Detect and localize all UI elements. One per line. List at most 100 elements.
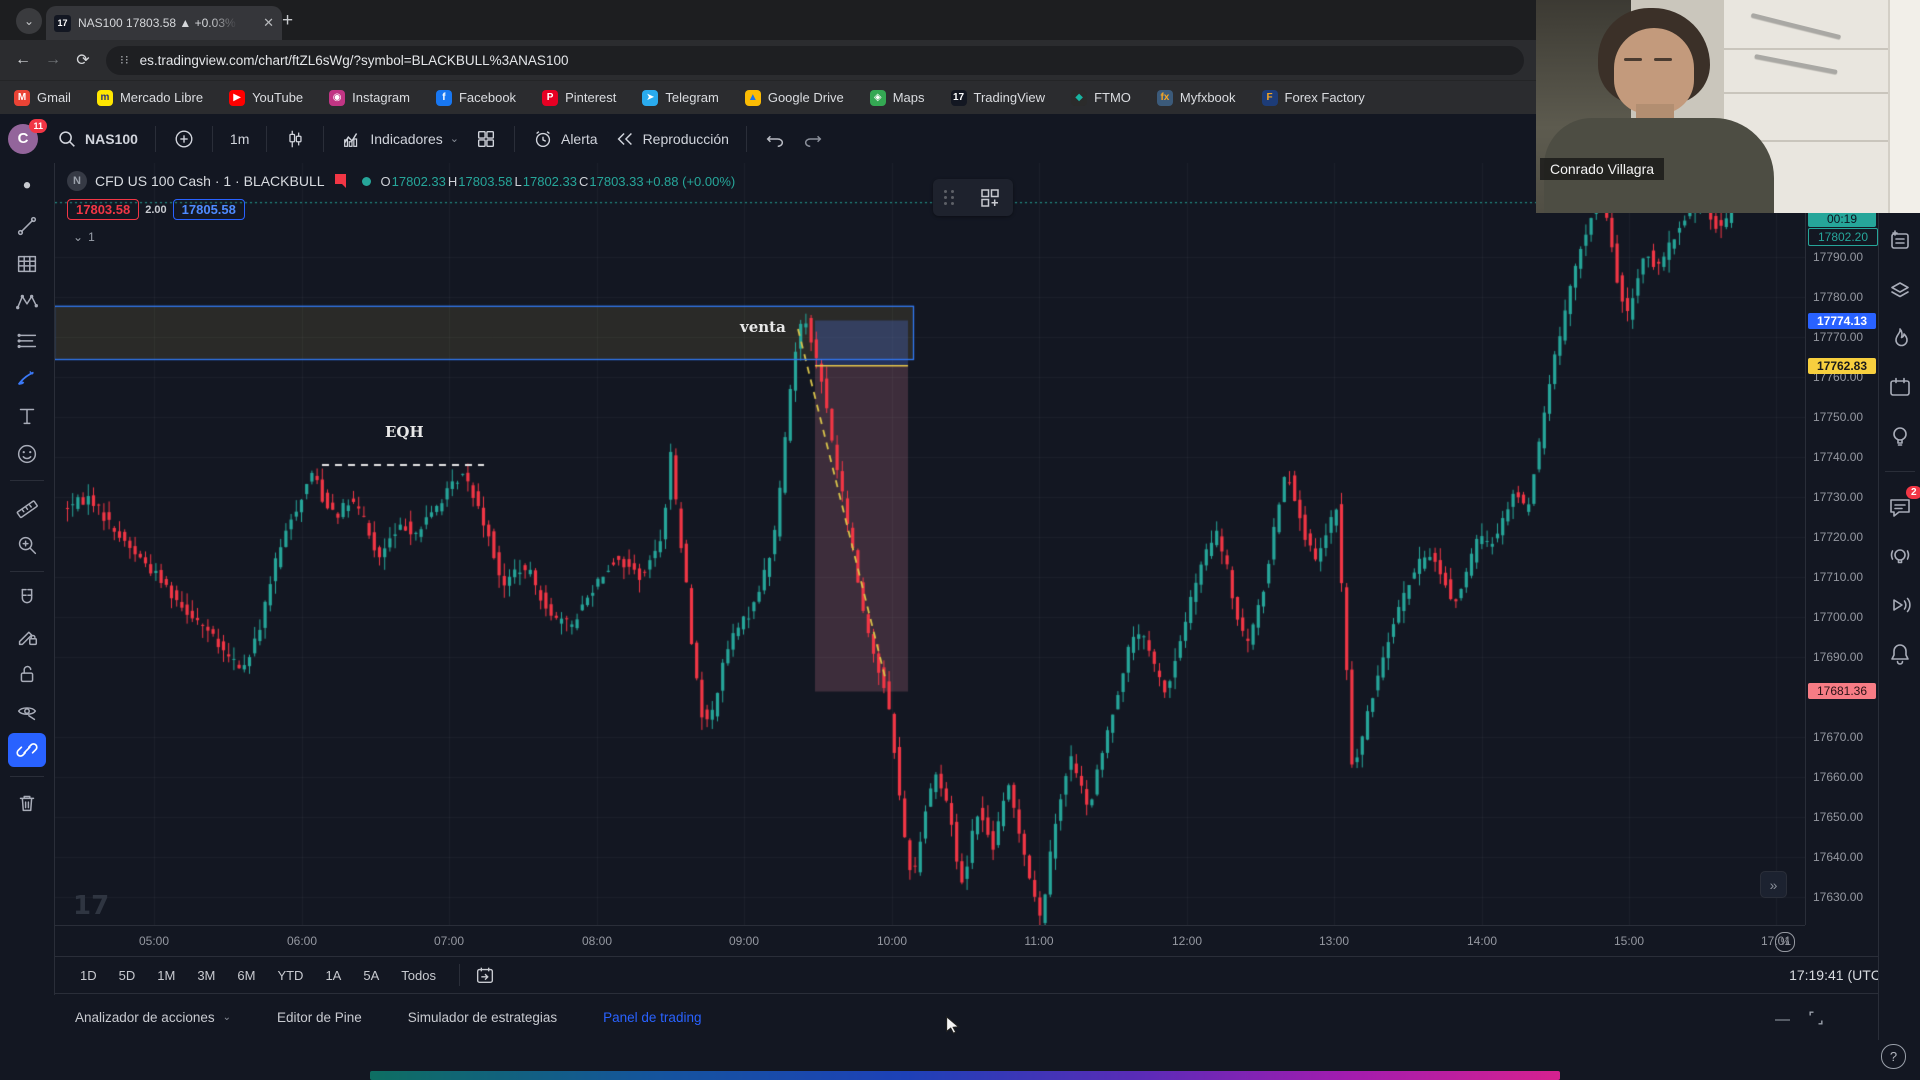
range-button-5a[interactable]: 5A — [354, 965, 388, 986]
chart-type-button[interactable] — [276, 128, 314, 150]
range-button-5d[interactable]: 5D — [110, 965, 145, 986]
drag-handle-icon[interactable] — [944, 190, 955, 205]
bookmark-flag-icon[interactable] — [333, 173, 348, 189]
bookmark-item[interactable]: ▲Google Drive — [745, 90, 844, 106]
range-button-3m[interactable]: 3M — [188, 965, 224, 986]
lock-all-icon — [14, 661, 40, 687]
range-button-1m[interactable]: 1M — [148, 965, 184, 986]
sync-link-tool-button[interactable] — [8, 733, 46, 767]
symbol-name: NAS100 — [85, 131, 138, 147]
tab-search-button[interactable]: ⌄ — [16, 8, 42, 34]
layout-grid-button[interactable] — [467, 128, 505, 150]
panel-minimize-button[interactable]: — — [1775, 1011, 1790, 1028]
panel-maximize-icon[interactable] — [1806, 1008, 1826, 1028]
bookmark-item[interactable]: MGmail — [14, 90, 71, 106]
interval-button[interactable]: 1m — [222, 131, 257, 147]
indicators-button[interactable]: Indicadores ⌄ — [333, 128, 467, 150]
panel-tab-editor-de-pine[interactable]: Editor de Pine — [277, 1010, 362, 1025]
bookmark-item[interactable]: fxMyfxbook — [1157, 90, 1236, 106]
bookmark-item[interactable]: mMercado Libre — [97, 90, 203, 106]
bookmark-item[interactable]: 17TradingView — [951, 90, 1046, 106]
long-short-position-icon — [14, 327, 40, 353]
address-bar[interactable]: ⁝⁝ es.tradingview.com/chart/ftZL6sWg/?sy… — [106, 46, 1524, 75]
notifications-bell-button[interactable] — [1886, 640, 1914, 668]
object-tree-toggle[interactable]: ⌄ 1 — [67, 229, 101, 245]
hotlists-flame-button[interactable] — [1886, 324, 1914, 352]
bookmark-item[interactable]: ▶YouTube — [229, 90, 303, 106]
range-button-ytd[interactable]: YTD — [268, 965, 312, 986]
user-avatar[interactable]: C 11 — [8, 124, 38, 154]
chart-area[interactable]: N CFD US 100 Cash · 1 · BLACKBULL O17802… — [55, 163, 1805, 925]
floating-toolbar[interactable] — [933, 179, 1013, 216]
browser-tab[interactable]: 17 NAS100 17803.58 ▲ +0.03% Si ✕ — [46, 6, 282, 40]
ideas-bulb-button[interactable] — [1886, 422, 1914, 450]
object-tree-layers-button[interactable] — [1886, 275, 1914, 303]
calendar-button[interactable] — [1886, 373, 1914, 401]
long-short-position-tool-button[interactable] — [8, 323, 46, 357]
replay-button[interactable]: Reproducción — [606, 128, 737, 150]
ruler-tool-button[interactable] — [8, 490, 46, 524]
bookmark-item[interactable]: fFacebook — [436, 90, 516, 106]
range-button-todos[interactable]: Todos — [392, 965, 445, 986]
time-axis[interactable]: % 05:0006:0007:0008:0009:0010:0011:0012:… — [55, 925, 1805, 957]
sell-button[interactable]: 17803.58 — [67, 199, 139, 220]
range-button-1d[interactable]: 1D — [71, 965, 106, 986]
bookmark-label: Gmail — [37, 90, 71, 105]
back-button[interactable]: ← — [8, 51, 38, 69]
price-scale[interactable]: 17790.0017780.0017770.0017760.0017750.00… — [1805, 163, 1879, 925]
panel-tab-analizador-de-acciones[interactable]: Analizador de acciones⌄ — [75, 1010, 231, 1025]
site-info-icon[interactable]: ⁝⁝ — [120, 53, 130, 67]
drawing-lock-tool-button[interactable] — [8, 619, 46, 653]
new-tab-button[interactable]: + — [282, 10, 293, 32]
watchlist-add-button[interactable] — [1886, 226, 1914, 254]
forward-button[interactable]: → — [38, 51, 68, 69]
rewind-icon — [614, 128, 636, 150]
market-status-dot[interactable] — [362, 177, 371, 186]
range-button-6m[interactable]: 6M — [228, 965, 264, 986]
xabcd-pattern-tool-button[interactable] — [8, 285, 46, 319]
lock-all-tool-button[interactable] — [8, 657, 46, 691]
text-tool-tool-button[interactable] — [8, 399, 46, 433]
public-chat-play-button[interactable] — [1886, 591, 1914, 619]
chat-button[interactable]: 2 — [1886, 493, 1914, 521]
fib-retracement-tool-button[interactable] — [8, 247, 46, 281]
bookmark-item[interactable]: FForex Factory — [1262, 90, 1365, 106]
scroll-right-button[interactable]: » — [1760, 871, 1787, 898]
reload-button[interactable]: ⟳ — [68, 50, 98, 70]
bookmark-label: TradingView — [974, 90, 1046, 105]
symbol-search-button[interactable]: NAS100 — [48, 128, 146, 150]
hotlists-flame-icon — [1886, 324, 1914, 352]
range-button-1a[interactable]: 1A — [316, 965, 350, 986]
magnet-tool-button[interactable] — [8, 581, 46, 615]
hide-all-tool-button[interactable] — [8, 695, 46, 729]
last-price-label: 17802.20 — [1808, 228, 1878, 246]
undo-button[interactable] — [756, 128, 794, 150]
trend-line-icon — [14, 213, 40, 239]
tab-close-icon[interactable]: ✕ — [263, 15, 274, 31]
eqh-label[interactable]: EQH — [385, 423, 424, 441]
trend-line-tool-button[interactable] — [8, 209, 46, 243]
bookmark-item[interactable]: PPinterest — [542, 90, 616, 106]
venta-zone-label[interactable]: venta — [740, 318, 786, 336]
candlestick-chart[interactable] — [55, 163, 1805, 925]
cursor-dot-tool-button[interactable] — [8, 171, 46, 205]
zoom-in-tool-button[interactable] — [8, 528, 46, 562]
alert-button[interactable]: Alerta — [524, 128, 606, 150]
help-button[interactable]: ? — [1881, 1044, 1906, 1069]
brush-tool-button[interactable] — [8, 361, 46, 395]
go-to-date-button[interactable] — [459, 964, 496, 986]
bookmark-item[interactable]: ◉Instagram — [329, 90, 410, 106]
panel-tab-panel-de-trading[interactable]: Panel de trading — [603, 1010, 701, 1025]
buy-button[interactable]: 17805.58 — [173, 199, 245, 220]
symbol-title[interactable]: CFD US 100 Cash · 1 · BLACKBULL — [95, 173, 325, 189]
panel-tab-simulador-de-estrategias[interactable]: Simulador de estrategias — [408, 1010, 557, 1025]
bookmark-item[interactable]: ◈Maps — [870, 90, 925, 106]
add-layout-icon[interactable] — [978, 186, 1002, 210]
bookmark-item[interactable]: ◆FTMO — [1071, 90, 1131, 106]
bookmark-item[interactable]: ➤Telegram — [642, 90, 718, 106]
remove-drawings-tool-button[interactable] — [8, 786, 46, 820]
redo-button[interactable] — [794, 128, 832, 150]
streams-bulb-button[interactable] — [1886, 542, 1914, 570]
compare-add-button[interactable] — [165, 128, 203, 150]
emoji-tool-button[interactable] — [8, 437, 46, 471]
